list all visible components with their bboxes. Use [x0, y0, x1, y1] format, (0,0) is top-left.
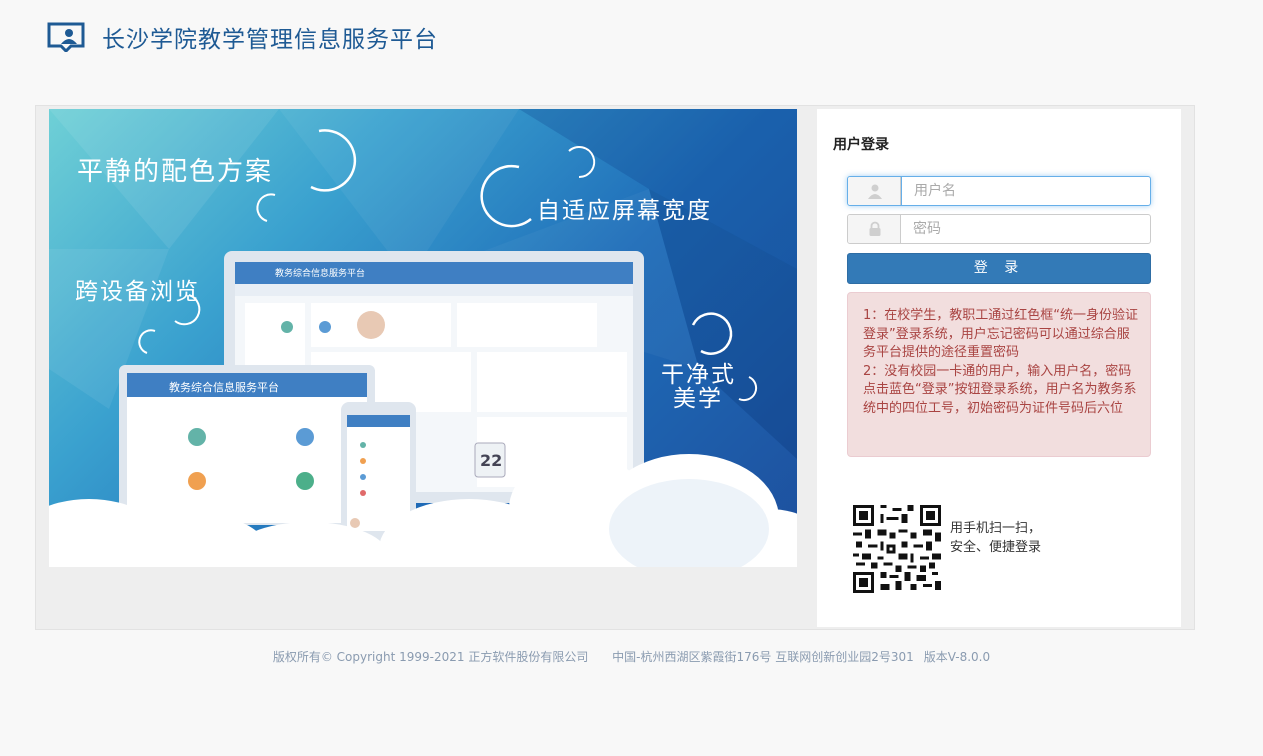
page-footer: 版权所有© Copyright 1999-2021 正方软件股份有限公司 中国-…: [0, 648, 1263, 665]
monitor-screen-title: 教务综合信息服务平台: [275, 269, 366, 279]
password-input[interactable]: [901, 215, 1150, 243]
notice-item-2: 2：没有校园一卡通的用户，输入用户名，密码点击蓝色“登录”按钮登录系统，用户名为…: [863, 363, 1137, 416]
login-title: 用户登录: [833, 137, 889, 153]
qr-code-icon: [853, 505, 941, 593]
footer-version: 版本V-8.0.0: [923, 650, 991, 664]
banner-slogan-color: 平静的配色方案: [77, 157, 274, 187]
laptop-screen-title: 教务综合信息服务平台: [169, 381, 279, 394]
banner-slogan-cross-device: 跨设备浏览: [75, 279, 200, 305]
page-header: 长沙学院教学管理信息服务平台: [0, 0, 1263, 70]
banner-slogan-aesthetic: 美学: [673, 386, 723, 412]
username-input[interactable]: [901, 177, 1150, 205]
monitor-user-icon: [47, 22, 85, 52]
qr-caption-line1: 用手机扫一扫，: [950, 521, 1042, 536]
password-field: [847, 214, 1151, 244]
banner-slogan-responsive: 自适应屏幕宽度: [537, 198, 712, 224]
lock-icon: [869, 221, 881, 236]
user-icon: [868, 184, 882, 199]
login-frame: 平静的配色方案 自适应屏幕宽度 跨设备浏览 干净式 美学 教务综合信息服务平台 …: [35, 105, 1195, 630]
footer-copyright: 版权所有© Copyright 1999-2021 正方软件股份有限公司: [272, 650, 589, 664]
qr-caption: 用手机扫一扫， 安全、便捷登录: [950, 519, 1041, 557]
login-notice: 1：在校学生，教职工通过红色框“统一身份验证登录”登录系统，用户忘记密码可以通过…: [847, 292, 1151, 457]
calendar-date: 22: [480, 451, 503, 470]
username-field: [847, 176, 1151, 206]
notice-item-1: 1：在校学生，教职工通过红色框“统一身份验证登录”登录系统，用户忘记密码可以通过…: [863, 308, 1139, 360]
site-title: 长沙学院教学管理信息服务平台: [102, 27, 438, 53]
qr-caption-line2: 安全、便捷登录: [950, 540, 1042, 555]
login-button[interactable]: 登 录: [847, 253, 1151, 284]
footer-address: 中国-杭州西湖区紫霞街176号 互联网创新创业园2号301: [612, 650, 914, 664]
login-panel: 用户登录 登 录 1：在校学生，教职工通过红色框“统一身份验证登录”登录系统，: [817, 109, 1181, 627]
feature-banner: 平静的配色方案 自适应屏幕宽度 跨设备浏览 干净式 美学 教务综合信息服务平台 …: [49, 109, 797, 567]
password-addon: [848, 215, 901, 243]
username-addon: [848, 177, 901, 205]
